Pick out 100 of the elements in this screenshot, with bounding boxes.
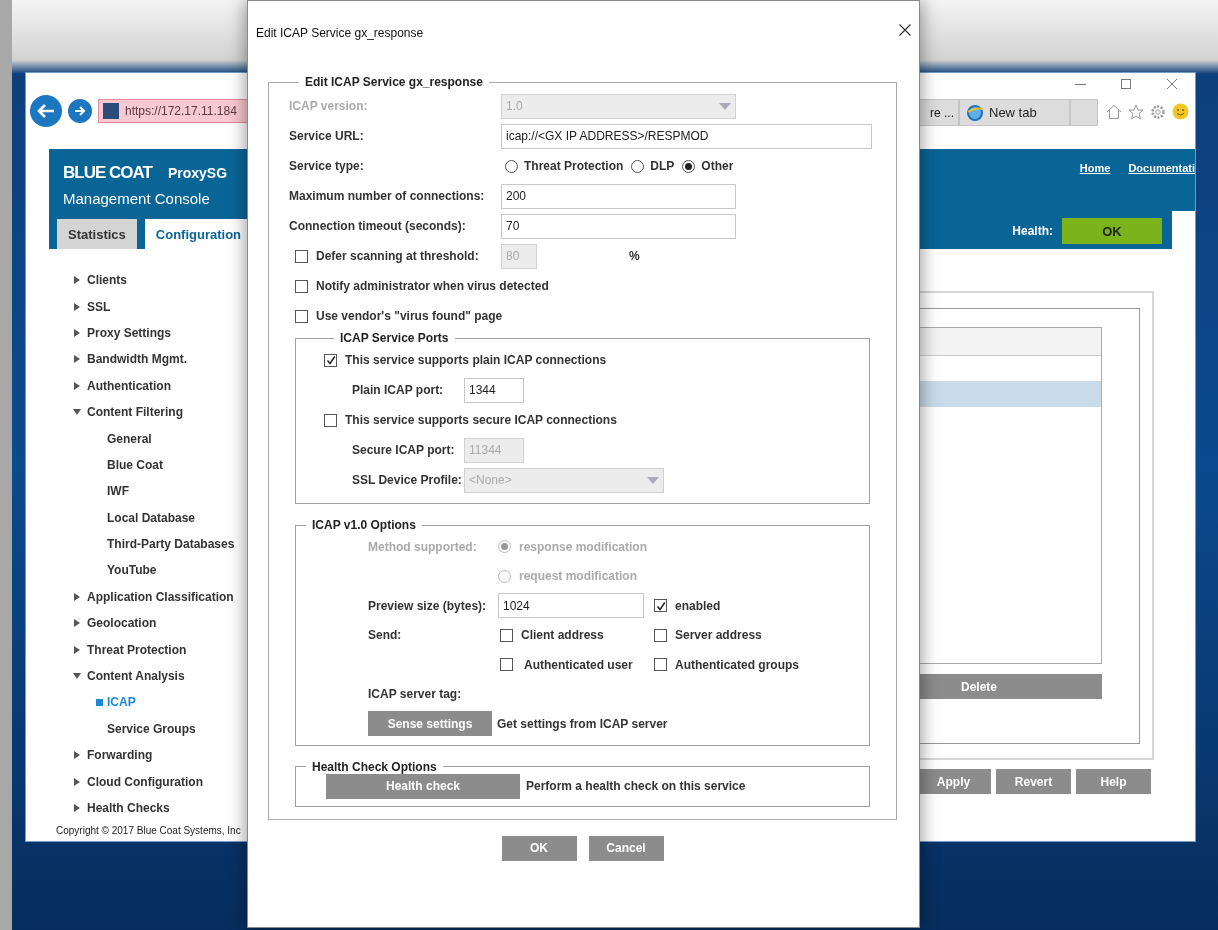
bullet-icon	[96, 698, 103, 706]
checkbox-label: Authenticated user	[524, 657, 633, 672]
field-label: Plain ICAP port:	[352, 383, 445, 397]
text-field[interactable]: 1344	[464, 377, 524, 403]
group-title: ICAP Service Ports	[339, 331, 450, 345]
tree-item[interactable]: Content Analysis	[26, 662, 249, 690]
dialog-title: Edit ICAP Service gx_response	[256, 26, 424, 40]
forward-button[interactable]	[68, 99, 92, 123]
close-icon	[899, 24, 911, 36]
tree-item[interactable]: General	[26, 425, 249, 452]
checkbox[interactable]	[295, 309, 308, 323]
tree-item[interactable]: Proxy Settings	[26, 319, 249, 347]
field-label: ICAP version:	[289, 99, 369, 113]
tree-item[interactable]: Third-Party Databases	[26, 530, 249, 558]
field-label: Preview size (bytes):	[368, 598, 488, 613]
tree-item[interactable]: Service Groups	[26, 715, 249, 743]
tree-item[interactable]: Authentication	[26, 372, 249, 399]
text-field[interactable]: icap://<GX IP ADDRESS>/RESPMOD	[501, 123, 872, 149]
home-icon	[1106, 103, 1122, 120]
checkbox[interactable]	[324, 413, 337, 427]
maximize-icon	[1121, 79, 1131, 89]
help-text: Perform a health check on this service	[526, 777, 746, 795]
checkbox[interactable]	[295, 279, 308, 293]
browser-tab[interactable]: New tab	[959, 99, 1070, 126]
tree-item[interactable]: YouTube	[26, 557, 249, 584]
tree-item[interactable]: Local Database	[26, 504, 249, 531]
radio-label: DLP	[650, 159, 675, 173]
tree-item[interactable]: SSL	[26, 293, 249, 320]
tree-item[interactable]: Health Checks	[26, 794, 249, 822]
close-button[interactable]	[899, 24, 911, 36]
checkbox-label: Notify administrator when virus detected	[316, 279, 549, 293]
collapse-arrow-icon	[73, 408, 81, 417]
field-label: Send:	[368, 628, 403, 643]
checkbox-label: Server address	[675, 628, 762, 643]
field-label: SSL Device Profile:	[352, 473, 463, 487]
tree-item[interactable]: Forwarding	[26, 742, 249, 769]
feedback-button[interactable]	[1172, 103, 1189, 120]
field-label: Service URL:	[289, 129, 365, 143]
expand-arrow-icon	[73, 777, 81, 786]
tree-item[interactable]: Application Classification	[26, 583, 249, 611]
tree-item[interactable]: Geolocation	[26, 610, 249, 637]
checkbox[interactable]	[324, 353, 337, 367]
header-link[interactable]: Home	[1079, 161, 1111, 211]
radio-button[interactable]	[505, 159, 518, 173]
tree-item[interactable]: IWF	[26, 478, 249, 505]
copyright-text: Copyright © 2017 Blue Coat Systems, Inc	[55, 825, 242, 837]
right-arrow-icon	[74, 106, 86, 116]
radio-label: request modification	[519, 569, 637, 584]
left-arrow-icon	[37, 104, 55, 118]
nav-tab[interactable]: Statistics	[57, 219, 137, 249]
site-icon	[103, 103, 119, 119]
tree-item[interactable]: ICAP	[26, 689, 249, 716]
checkbox-label: enabled	[675, 598, 721, 613]
expand-arrow-icon	[73, 592, 81, 601]
tree-item[interactable]: Cloud Configuration	[26, 768, 249, 795]
radio-label: Other	[701, 159, 734, 173]
brand-logo: BLUE COAT	[63, 162, 152, 184]
help-text: Get settings from ICAP server	[497, 716, 668, 731]
tree-item[interactable]: Bandwidth Mgmt.	[26, 346, 249, 373]
text-field[interactable]: 70	[501, 213, 736, 239]
text-field[interactable]: 200	[501, 183, 736, 209]
settings-icon	[1150, 103, 1166, 120]
expand-arrow-icon	[73, 751, 81, 760]
field-label: Method supported:	[368, 539, 478, 554]
star-icon	[1128, 103, 1144, 120]
radio-label: Threat Protection	[524, 159, 624, 173]
tree-item[interactable]: Blue Coat	[26, 451, 249, 479]
radio-button[interactable]	[631, 159, 645, 173]
checkbox-label: Use vendor's "virus found" page	[316, 309, 503, 323]
home-button[interactable]	[1106, 103, 1122, 120]
console-subtitle: Management Console	[63, 189, 211, 209]
expand-arrow-icon	[73, 645, 81, 654]
expand-arrow-icon	[73, 381, 81, 390]
checkbox-label: Client address	[521, 628, 604, 643]
checkbox-label: Defer scanning at threshold:	[316, 249, 479, 263]
health-label: Health:	[1012, 224, 1053, 238]
product-name: ProxySG	[167, 164, 228, 183]
tree-item[interactable]: Content Filtering	[26, 398, 249, 426]
minimize-icon	[1074, 83, 1086, 85]
globe-icon	[966, 103, 984, 122]
radio-label: response modification	[519, 539, 648, 554]
radio-button[interactable]	[682, 159, 696, 173]
back-button[interactable]	[30, 95, 62, 127]
tree-item[interactable]: Threat Protection	[26, 636, 249, 663]
checkbox-label: This service supports plain ICAP connections	[345, 353, 607, 367]
header-link[interactable]: Documentati	[1128, 161, 1195, 211]
group-title: Edit ICAP Service gx_response	[304, 75, 484, 89]
caret-icon	[719, 102, 731, 110]
url-text: https://172.17.11.184	[125, 104, 237, 118]
checkbox[interactable]	[295, 249, 308, 263]
field-label: Maximum number of connections:	[289, 189, 486, 203]
collapse-arrow-icon	[73, 672, 81, 681]
group-title: Health Check Options	[311, 759, 438, 774]
favorites-button[interactable]	[1128, 103, 1144, 120]
tree-item[interactable]: Clients	[26, 267, 249, 294]
expand-arrow-icon	[73, 276, 81, 285]
group-title: ICAP v1.0 Options	[311, 518, 417, 532]
field-label: ICAP server tag:	[368, 687, 463, 702]
settings-button[interactable]	[1150, 103, 1166, 120]
close-icon	[1167, 79, 1177, 89]
